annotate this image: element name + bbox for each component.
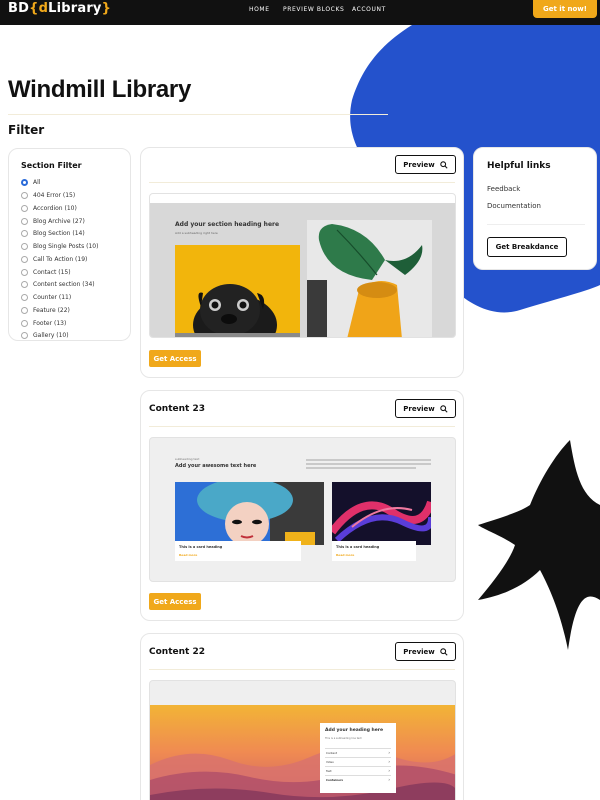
thumb-subheading: This is a subheading line text: [325, 737, 362, 740]
radio-icon: [21, 218, 28, 225]
thumb-text-line: [306, 459, 431, 461]
chevron-right-icon: ›: [388, 777, 390, 782]
pug-photo: [175, 245, 300, 337]
get-it-now-button[interactable]: Get it now!: [533, 0, 597, 18]
get-access-button[interactable]: Get Access: [149, 593, 201, 610]
preview-button[interactable]: Preview: [395, 399, 456, 418]
radio-icon: [21, 281, 28, 288]
card-divider: [149, 182, 455, 183]
preview-button[interactable]: Preview: [395, 155, 456, 174]
radio-icon: [21, 332, 28, 339]
plant-photo: [307, 220, 432, 337]
helpful-divider: [487, 224, 585, 225]
filter-option[interactable]: Gallery (10): [21, 332, 69, 339]
radio-icon: [21, 269, 28, 276]
neon-photo: [332, 482, 431, 545]
documentation-link[interactable]: Documentation: [487, 202, 541, 210]
search-icon: [440, 160, 448, 169]
card-divider: [149, 426, 455, 427]
thumb-card-title: This is a card heading: [336, 545, 380, 549]
block-card: Content 23 Preview subheading text Add y…: [140, 390, 464, 621]
block-title: Content 23: [149, 404, 205, 414]
section-filter-title: Section Filter: [21, 161, 82, 170]
thumb-text-line: [306, 463, 431, 465]
get-access-button[interactable]: Get Access: [149, 350, 201, 367]
chevron-right-icon: ›: [388, 768, 390, 773]
filter-option[interactable]: Content section (34): [21, 281, 95, 288]
filter-option[interactable]: Blog Section (14): [21, 230, 85, 237]
thumb-card-title: This is a card heading: [179, 545, 223, 549]
block-card: Preview Add your section heading here Ad…: [140, 147, 464, 378]
filter-option[interactable]: Blog Archive (27): [21, 218, 85, 225]
nav-preview-blocks-link[interactable]: PREVIEW BLOCKS: [283, 6, 344, 13]
block-title: Content 22: [149, 647, 205, 657]
get-breakdance-button[interactable]: Get Breakdance: [487, 237, 567, 257]
filter-option[interactable]: Blog Single Posts (10): [21, 243, 98, 250]
brand-logo[interactable]: BD{dLibrary}: [8, 1, 111, 16]
thumb-list: Content › Video › Text › Containers ›: [325, 748, 391, 785]
radio-icon: [21, 294, 28, 301]
block-card: Content 22 Preview Add your heading here…: [140, 633, 464, 800]
sunset-mountains-photo: [150, 705, 455, 800]
thumb-heading: Add your awesome text here: [175, 463, 257, 469]
section-filter-panel: Section Filter All 404 Error (15) Accord…: [8, 148, 131, 341]
radio-icon: [21, 243, 28, 250]
thumb-eyebrow: subheading text: [175, 457, 200, 461]
page-title: Windmill Library: [8, 76, 192, 103]
thumb-subheading: Add a subheading right here: [175, 231, 218, 235]
black-star-decoration: [478, 440, 600, 650]
block-thumbnail[interactable]: Add your heading here This is a subheadi…: [149, 680, 456, 800]
thumb-list-item: Text ›: [325, 767, 391, 776]
helpful-links-panel: Helpful links Feedback Documentation Get…: [473, 147, 597, 270]
filter-heading: Filter: [8, 123, 45, 137]
block-thumbnail[interactable]: Add your section heading here Add a subh…: [149, 193, 456, 338]
title-divider: [8, 114, 388, 115]
search-icon: [440, 404, 448, 413]
preview-button[interactable]: Preview: [395, 642, 456, 661]
thumbnail-topbar: [150, 194, 455, 203]
thumb-text-line: [306, 467, 416, 469]
thumb-heading: Add your heading here: [325, 728, 384, 733]
filter-option[interactable]: 404 Error (15): [21, 192, 75, 199]
thumb-card-link: Read more: [336, 553, 355, 557]
filter-option[interactable]: Call To Action (19): [21, 256, 87, 263]
filter-option[interactable]: Contact (15): [21, 269, 71, 276]
illustration-photo: [175, 482, 324, 545]
filter-option[interactable]: Footer (13): [21, 320, 66, 327]
filter-option[interactable]: Accordion (10): [21, 205, 77, 212]
thumb-list-item: Containers ›: [326, 777, 390, 782]
helpful-links-title: Helpful links: [487, 161, 551, 171]
search-icon: [440, 647, 448, 656]
thumb-card-link: Read more: [179, 553, 198, 557]
feedback-link[interactable]: Feedback: [487, 185, 520, 193]
thumb-card: This is a card heading Read more: [332, 541, 416, 561]
radio-selected-icon: [21, 179, 28, 186]
filter-option[interactable]: Feature (22): [21, 307, 70, 314]
chevron-right-icon: ›: [388, 750, 390, 755]
thumb-list-item: Content ›: [325, 749, 391, 758]
nav-account-link[interactable]: ACCOUNT: [352, 6, 386, 13]
thumb-list-item: Video ›: [325, 758, 391, 767]
filter-option-all[interactable]: All: [21, 179, 40, 186]
radio-icon: [21, 205, 28, 212]
thumb-overlay-card: Add your heading here This is a subheadi…: [320, 723, 396, 793]
top-navigation-bar: BD{dLibrary} HOME PREVIEW BLOCKS ACCOUNT: [0, 0, 600, 25]
thumb-heading: Add your section heading here: [175, 221, 280, 228]
radio-icon: [21, 192, 28, 199]
radio-icon: [21, 320, 28, 327]
filter-option[interactable]: Counter (11): [21, 294, 71, 301]
thumb-card: This is a card heading Read more: [175, 541, 301, 561]
chevron-right-icon: ›: [388, 759, 390, 764]
radio-icon: [21, 256, 28, 263]
radio-icon: [21, 230, 28, 237]
radio-icon: [21, 307, 28, 314]
block-thumbnail[interactable]: subheading text Add your awesome text he…: [149, 437, 456, 582]
nav-home-link[interactable]: HOME: [249, 6, 270, 13]
card-divider: [149, 669, 455, 670]
